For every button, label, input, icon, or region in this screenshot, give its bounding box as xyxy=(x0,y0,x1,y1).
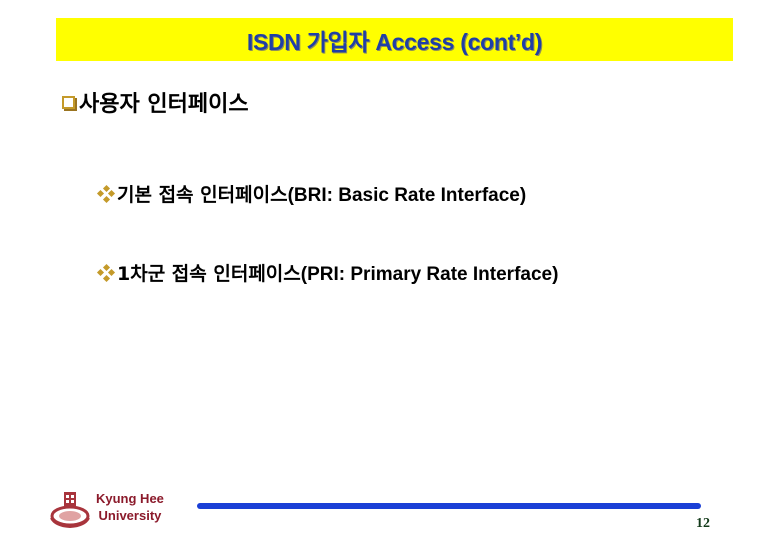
bullet-text: 사용자 인터페이스 xyxy=(79,92,249,117)
university-emblem-icon xyxy=(50,492,90,529)
university-name-line2: University xyxy=(98,508,162,523)
slide-title: ISDN 가입자 Access (cont’d) xyxy=(246,28,543,55)
footer-divider xyxy=(197,503,701,509)
square-bullet-icon xyxy=(62,95,75,109)
diamond-bullet-icon xyxy=(96,263,116,282)
title-bar: ISDN 가입자 Access (cont’d) xyxy=(56,18,733,61)
bullet-text-korean: 1차군 접속 인터페이스 xyxy=(117,263,301,285)
university-name-line1: Kyung Hee xyxy=(96,491,164,506)
bullet-text: 기본 접속 인터페이스(BRI: Basic Rate Interface) xyxy=(117,180,526,207)
university-name: Kyung Hee University xyxy=(96,490,164,524)
bullet-text: 1차군 접속 인터페이스(PRI: Primary Rate Interface… xyxy=(117,259,558,286)
bullet-level1: 사용자 인터페이스 xyxy=(62,86,249,118)
diamond-bullet-icon xyxy=(96,184,116,203)
bullet-level2-bri: 기본 접속 인터페이스(BRI: Basic Rate Interface) xyxy=(96,180,526,207)
bullet-text-english: (BRI: Basic Rate Interface) xyxy=(287,185,527,206)
bullet-text-english: (PRI: Primary Rate Interface) xyxy=(300,264,559,285)
bullet-text-korean: 기본 접속 인터페이스 xyxy=(117,184,288,206)
bullet-level2-pri: 1차군 접속 인터페이스(PRI: Primary Rate Interface… xyxy=(96,259,558,286)
page-number: 12 xyxy=(696,516,710,531)
